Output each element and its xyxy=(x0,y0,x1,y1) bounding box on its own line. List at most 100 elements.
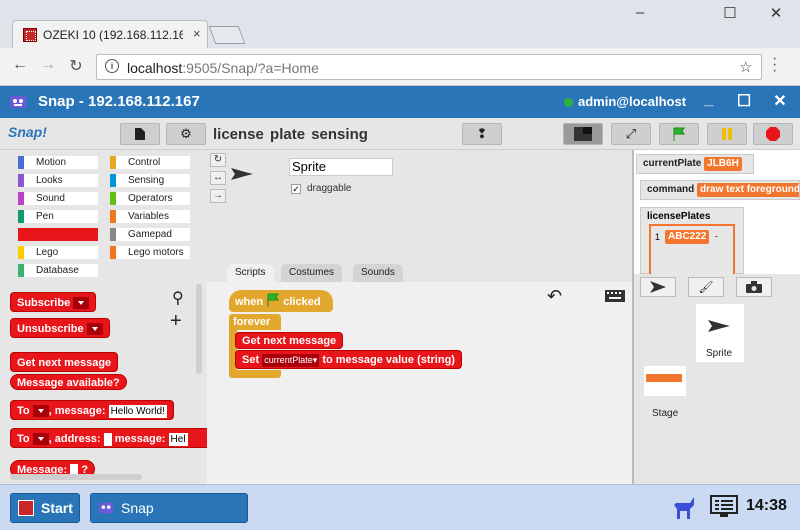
paint-new-sprite-button[interactable]: 🖌 xyxy=(688,277,724,297)
snap-app-icon xyxy=(98,502,114,514)
get-next-message-block[interactable]: Get next message xyxy=(235,332,344,349)
watcher-value: JLB6H xyxy=(704,157,742,171)
send-message-block[interactable]: To , message: Hello World! xyxy=(10,400,174,420)
search-icon[interactable]: ⚲ xyxy=(172,288,184,308)
message-input[interactable]: Hello World! xyxy=(108,404,167,418)
category-pen[interactable]: Pen xyxy=(18,210,98,223)
category-ozeki[interactable]: Ozeki xyxy=(18,228,98,241)
dropdown-icon[interactable] xyxy=(86,323,103,336)
category-sensing[interactable]: Sensing xyxy=(110,174,190,187)
subscribe-block[interactable]: Subscribe xyxy=(10,292,97,312)
tab-sounds[interactable]: Sounds xyxy=(353,264,403,282)
category-gamepad[interactable]: Gamepad xyxy=(110,228,190,241)
address-bar[interactable]: i localhost:9505/Snap/?a=Home ☆ xyxy=(96,54,762,80)
rotate-none-icon[interactable]: → xyxy=(210,189,226,203)
rotate-leftright-icon[interactable]: ↔ xyxy=(210,171,226,185)
desktop-monitor-icon[interactable] xyxy=(710,495,738,519)
camera-sprite-button[interactable] xyxy=(736,277,772,297)
send-address-message-block[interactable]: To , address: message: Hel xyxy=(10,428,207,448)
scripts-area[interactable]: ↶ when clicked forever Get next message … xyxy=(207,282,632,484)
settings-button[interactable]: ⚙ xyxy=(166,123,206,145)
browser-menu-icon[interactable]: · · · xyxy=(772,51,777,79)
tab-costumes[interactable]: Costumes xyxy=(281,264,343,282)
category-variables[interactable]: Variables xyxy=(110,210,190,223)
palette-scrollbar[interactable] xyxy=(196,284,202,374)
add-block-icon[interactable]: + xyxy=(170,310,182,333)
add-turtle-sprite-button[interactable] xyxy=(640,277,676,297)
stage-size-button[interactable]: ❢ xyxy=(462,123,502,145)
tab-scripts[interactable]: Scripts xyxy=(227,264,274,282)
set-variable-block[interactable]: Set currentPlate▾ to message value (stri… xyxy=(235,350,462,369)
window-close-button[interactable]: ✕ xyxy=(764,4,788,22)
category-motion[interactable]: Motion xyxy=(18,156,98,169)
message-available-block[interactable]: Message available? xyxy=(10,374,127,390)
stage-thumbnail-watchers xyxy=(646,374,682,382)
draggable-label: draggable xyxy=(307,183,352,194)
fullscreen-button[interactable]: ⤢ xyxy=(611,123,651,145)
forever-block[interactable]: forever xyxy=(229,314,281,330)
ozeki-favicon-icon xyxy=(23,28,37,42)
variable-dropdown[interactable]: currentPlate▾ xyxy=(262,354,320,367)
list-item-dash: - xyxy=(715,231,718,241)
address-input[interactable] xyxy=(103,432,112,446)
dropdown-icon[interactable] xyxy=(32,405,49,418)
dropdown-icon[interactable] xyxy=(73,297,90,310)
sprite-corral-item[interactable]: Sprite xyxy=(696,304,744,362)
category-lego-motors[interactable]: Lego motors xyxy=(110,246,190,259)
unsubscribe-block[interactable]: Unsubscribe xyxy=(10,318,110,338)
license-plates-watcher[interactable]: licensePlates 1 ABC222 - xyxy=(640,207,744,275)
undo-icon[interactable]: ↶ xyxy=(547,286,562,307)
category-database[interactable]: Database xyxy=(18,264,98,277)
paintbrush-icon: 🖌 xyxy=(698,280,714,294)
tab-close-icon[interactable]: × xyxy=(193,26,201,41)
forward-arrow-icon[interactable]: → xyxy=(38,56,58,74)
new-tab-button[interactable] xyxy=(208,26,246,44)
stage-thumbnail[interactable] xyxy=(644,366,686,396)
info-icon[interactable]: i xyxy=(105,59,119,73)
app-maximize-button[interactable]: ☐ xyxy=(733,91,755,111)
snap-logo[interactable]: Snap! xyxy=(8,124,47,140)
command-watcher[interactable]: command draw text foreground xyxy=(640,180,800,200)
app-close-button[interactable]: ✕ xyxy=(769,91,791,111)
message-input[interactable]: Hel xyxy=(168,432,188,446)
reload-icon[interactable]: ↻ xyxy=(66,56,86,76)
block-label: when xyxy=(235,296,264,308)
sprite-name-field[interactable]: Sprite xyxy=(289,158,393,176)
rotate-any-icon[interactable]: ↻ xyxy=(210,153,226,167)
watcher-label: licensePlates xyxy=(647,211,711,222)
browser-toolbar: ← → ↻ i localhost:9505/Snap/?a=Home ☆ · ·… xyxy=(0,48,800,86)
watcher-label: currentPlate xyxy=(643,158,702,169)
block-label: Subscribe xyxy=(17,297,71,309)
palette-hscrollbar[interactable] xyxy=(10,474,142,480)
stop-button[interactable] xyxy=(753,123,793,145)
user-name[interactable]: admin@localhost xyxy=(578,94,686,109)
category-lego[interactable]: Lego xyxy=(18,246,98,259)
start-button[interactable]: Start xyxy=(10,493,80,523)
current-plate-watcher[interactable]: currentPlate JLB6H xyxy=(636,154,754,174)
category-looks[interactable]: Looks xyxy=(18,174,98,187)
green-flag-icon xyxy=(267,293,280,307)
taskbar-clock: 14:38 xyxy=(746,497,787,514)
stage[interactable]: currentPlate JLB6H command draw text for… xyxy=(632,150,800,275)
back-arrow-icon[interactable]: ← xyxy=(10,56,30,74)
taskbar-snap-app[interactable]: Snap xyxy=(90,493,248,523)
window-minimize-button[interactable]: – xyxy=(628,4,652,21)
category-operators[interactable]: Operators xyxy=(110,192,190,205)
app-minimize-button[interactable]: _ xyxy=(698,91,720,109)
draggable-checkbox[interactable]: ✓ xyxy=(291,184,301,194)
browser-tab[interactable]: OZEKI 10 (192.168.112.16 × xyxy=(12,20,208,48)
category-sound[interactable]: Sound xyxy=(18,192,98,205)
file-menu-button[interactable] xyxy=(120,123,160,145)
get-next-message-block[interactable]: Get next message xyxy=(10,352,119,372)
bookmark-star-icon[interactable]: ☆ xyxy=(739,58,752,76)
when-flag-clicked-block[interactable]: when clicked xyxy=(229,290,333,312)
keyboard-icon[interactable] xyxy=(605,290,625,302)
block-label: Get next message xyxy=(17,357,112,369)
category-control[interactable]: Control xyxy=(110,156,190,169)
normal-stage-button[interactable] xyxy=(563,123,603,145)
robot-dog-icon[interactable] xyxy=(672,493,698,523)
pause-button[interactable] xyxy=(707,123,747,145)
green-flag-button[interactable] xyxy=(659,123,699,145)
window-maximize-button[interactable]: ☐ xyxy=(718,4,742,22)
dropdown-icon[interactable] xyxy=(32,433,49,446)
